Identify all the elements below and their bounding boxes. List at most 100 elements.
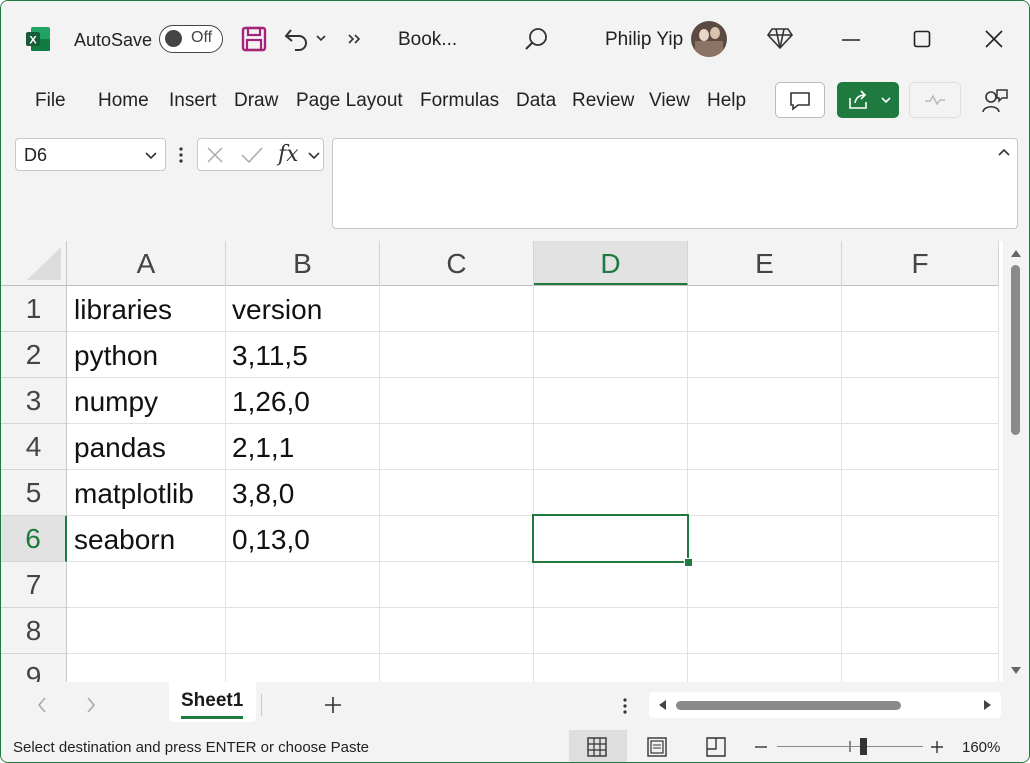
row-header-selected[interactable]: 6 <box>1 516 67 562</box>
column-header-a[interactable]: A <box>67 241 226 285</box>
fill-handle[interactable] <box>684 558 693 567</box>
chevron-down-icon[interactable] <box>315 33 327 43</box>
copilot-chat-icon[interactable] <box>981 88 1009 114</box>
tab-formulas[interactable]: Formulas <box>420 90 499 112</box>
sheet-tab-sheet1[interactable]: Sheet1 <box>169 682 256 722</box>
gridline <box>67 653 999 654</box>
cell-b6[interactable]: 0,13,0 <box>226 516 310 562</box>
status-message: Select destination and press ENTER or ch… <box>13 739 370 756</box>
scroll-right-icon[interactable] <box>983 699 993 711</box>
add-sheet-icon[interactable] <box>323 695 343 715</box>
cell-a1[interactable]: libraries <box>68 286 172 332</box>
more-commands-icon[interactable] <box>347 32 363 46</box>
activity-button[interactable] <box>909 82 961 118</box>
column-header-d[interactable]: D <box>534 241 688 285</box>
minimize-icon[interactable] <box>841 38 861 42</box>
column-header-e[interactable]: E <box>688 241 842 285</box>
tab-page-layout[interactable]: Page Layout <box>296 90 403 112</box>
row-header[interactable]: 5 <box>1 470 67 516</box>
chevron-down-icon[interactable] <box>307 151 321 161</box>
maximize-icon[interactable] <box>913 30 931 48</box>
active-cell-d6[interactable] <box>532 514 689 563</box>
page-layout-view-icon[interactable] <box>647 737 667 757</box>
cell-b3[interactable]: 1,26,0 <box>226 378 310 424</box>
comments-button[interactable] <box>775 82 825 118</box>
diamond-icon[interactable] <box>766 25 794 51</box>
tab-file[interactable]: File <box>35 90 66 112</box>
tab-insert[interactable]: Insert <box>169 90 217 112</box>
row-header[interactable]: 7 <box>1 562 67 608</box>
tab-view[interactable]: View <box>649 90 690 112</box>
horizontal-scroll-thumb[interactable] <box>676 701 901 710</box>
tab-divider <box>261 694 262 716</box>
column-header-f[interactable]: F <box>842 241 999 285</box>
gridline <box>533 285 534 682</box>
chevron-down-icon[interactable] <box>144 151 158 161</box>
cell-b1[interactable]: version <box>226 286 322 332</box>
column-header-b[interactable]: B <box>226 241 380 285</box>
cell-b5[interactable]: 3,8,0 <box>226 470 294 516</box>
worksheet-grid[interactable]: A B C D E F 1 2 3 4 5 6 7 8 9 libraries <box>1 241 1003 682</box>
autosave-toggle[interactable]: Off <box>159 25 223 53</box>
cell-b4[interactable]: 2,1,1 <box>226 424 294 470</box>
tab-review[interactable]: Review <box>572 90 634 112</box>
tab-help[interactable]: Help <box>707 90 746 112</box>
tab-home[interactable]: Home <box>98 90 149 112</box>
avatar[interactable] <box>691 21 727 57</box>
undo-icon[interactable] <box>283 25 311 51</box>
cell-b2[interactable]: 3,11,5 <box>226 332 308 378</box>
cell-a6[interactable]: seaborn <box>68 516 175 562</box>
close-icon[interactable] <box>985 30 1003 48</box>
excel-window: X AutoSave Off Book... Philip Yip File H… <box>0 0 1030 763</box>
next-sheet-icon[interactable] <box>85 696 97 714</box>
formula-input[interactable] <box>332 138 1018 229</box>
row-header[interactable]: 3 <box>1 378 67 424</box>
zoom-level[interactable]: 160% <box>962 739 1000 756</box>
name-box-value: D6 <box>24 145 48 165</box>
share-icon <box>849 90 867 109</box>
horizontal-scrollbar[interactable] <box>649 692 1001 718</box>
share-button[interactable] <box>837 82 899 118</box>
row-header[interactable]: 4 <box>1 424 67 470</box>
save-icon[interactable] <box>241 26 267 52</box>
previous-sheet-icon[interactable] <box>36 696 48 714</box>
cell-a3[interactable]: numpy <box>68 378 158 424</box>
column-header-c[interactable]: C <box>380 241 534 285</box>
title-bar: X AutoSave Off Book... Philip Yip <box>1 1 1029 77</box>
select-all-button[interactable] <box>1 241 67 285</box>
zoom-in-icon[interactable] <box>931 741 943 753</box>
scroll-down-icon[interactable] <box>1010 666 1022 676</box>
more-sheet-options-icon[interactable] <box>622 696 628 716</box>
row-header[interactable]: 9 <box>1 654 67 682</box>
user-name[interactable]: Philip Yip <box>605 29 683 51</box>
toggle-knob <box>165 30 182 47</box>
scroll-left-icon[interactable] <box>657 699 667 711</box>
normal-view-button[interactable] <box>569 730 627 762</box>
tab-data[interactable]: Data <box>516 90 556 112</box>
cancel-icon[interactable] <box>206 146 224 164</box>
name-box[interactable]: D6 <box>15 138 166 171</box>
collapse-formula-bar-icon[interactable] <box>997 147 1011 157</box>
gridline <box>998 285 999 682</box>
cell-a5[interactable]: matplotlib <box>68 470 194 516</box>
autosave-label: AutoSave <box>74 30 153 50</box>
row-header[interactable]: 1 <box>1 286 67 332</box>
page-break-preview-icon[interactable] <box>706 737 726 757</box>
cell-a2[interactable]: python <box>68 332 158 378</box>
book-title[interactable]: Book... <box>398 29 457 51</box>
insert-function-button[interactable]: fx <box>278 142 299 167</box>
more-options-icon[interactable] <box>178 146 184 164</box>
scroll-up-icon[interactable] <box>1010 248 1022 258</box>
vertical-scroll-thumb[interactable] <box>1011 265 1020 435</box>
zoom-slider-thumb[interactable] <box>860 738 867 755</box>
autosave-state: Off <box>191 29 213 46</box>
row-header[interactable]: 8 <box>1 608 67 654</box>
row-header[interactable]: 2 <box>1 332 67 378</box>
vertical-scrollbar[interactable] <box>1003 241 1029 682</box>
enter-check-icon[interactable] <box>240 146 264 164</box>
zoom-out-icon[interactable] <box>755 746 767 748</box>
tab-draw[interactable]: Draw <box>234 90 278 112</box>
search-icon[interactable] <box>524 26 550 52</box>
gridline <box>67 607 999 608</box>
cell-a4[interactable]: pandas <box>68 424 166 470</box>
